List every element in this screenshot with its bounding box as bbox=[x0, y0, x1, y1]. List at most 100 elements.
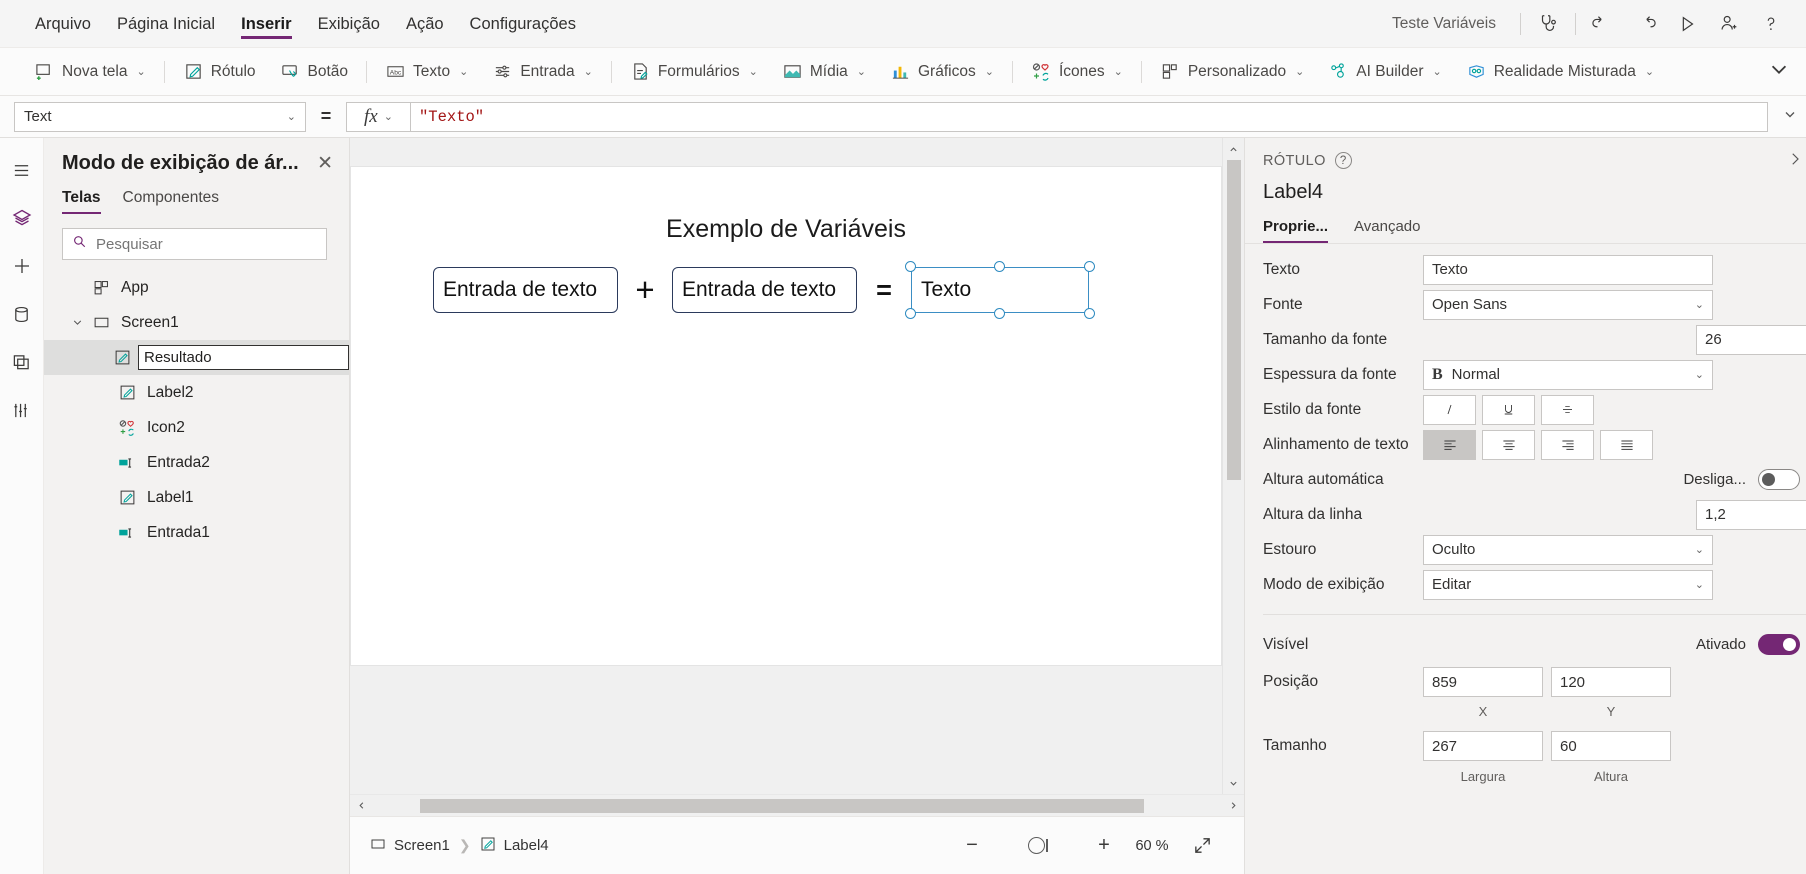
tab-propriedades[interactable]: Proprie... bbox=[1263, 218, 1329, 243]
play-icon[interactable] bbox=[1666, 4, 1708, 44]
toolbar-personalizado[interactable]: Personalizado ⌄ bbox=[1148, 55, 1316, 89]
hamburger-icon[interactable] bbox=[4, 152, 40, 188]
menu-inserir[interactable]: Inserir bbox=[228, 0, 304, 48]
display-mode-property-select[interactable]: Editar ⌄ bbox=[1423, 569, 1713, 600]
zoom-in-button[interactable]: + bbox=[1084, 830, 1124, 862]
tree-rename-input[interactable] bbox=[138, 345, 349, 370]
italic-button[interactable] bbox=[1423, 394, 1476, 425]
overflow-property-select[interactable]: Oculto ⌄ bbox=[1423, 534, 1713, 565]
canvas-vertical-scrollbar[interactable] bbox=[1222, 138, 1244, 794]
chevron-down-icon[interactable] bbox=[66, 317, 88, 328]
vertical-scroll-track[interactable] bbox=[1222, 160, 1244, 772]
help-circle-icon[interactable]: ? bbox=[1334, 152, 1352, 169]
resize-handle-top-right[interactable] bbox=[1084, 261, 1095, 272]
tab-avancado[interactable]: Avançado bbox=[1354, 218, 1420, 243]
toolbar-graficos[interactable]: Gráficos ⌄ bbox=[878, 55, 1006, 89]
property-selector[interactable]: Text ⌄ bbox=[14, 101, 306, 132]
resize-handle-bottom-right[interactable] bbox=[1084, 308, 1095, 319]
align-center-button[interactable] bbox=[1482, 429, 1535, 460]
visible-toggle[interactable] bbox=[1758, 634, 1800, 655]
tree-search-box[interactable] bbox=[62, 228, 327, 260]
scroll-down-arrow-icon[interactable] bbox=[1222, 772, 1244, 794]
tab-telas[interactable]: Telas bbox=[62, 189, 101, 214]
zoom-slider[interactable] bbox=[992, 830, 1084, 862]
scroll-up-arrow-icon[interactable] bbox=[1222, 138, 1244, 160]
breadcrumb-label4[interactable]: Label4 bbox=[480, 836, 549, 856]
redo-icon[interactable] bbox=[1624, 4, 1666, 44]
share-user-icon[interactable] bbox=[1708, 4, 1750, 44]
data-cylinder-icon[interactable] bbox=[4, 296, 40, 332]
tab-componentes[interactable]: Componentes bbox=[123, 189, 220, 214]
resize-handle-bottom-center[interactable] bbox=[994, 308, 1005, 319]
toolbar-icones[interactable]: Ícones ⌄ bbox=[1019, 55, 1135, 89]
resize-handle-bottom-left[interactable] bbox=[905, 308, 916, 319]
media-rail-icon[interactable] bbox=[4, 344, 40, 380]
toolbar-texto[interactable]: Abc Texto ⌄ bbox=[373, 55, 480, 89]
menu-acao[interactable]: Ação bbox=[393, 0, 457, 48]
tree-item-entrada2[interactable]: Entrada2 bbox=[44, 445, 349, 480]
text-property-input[interactable]: Texto bbox=[1423, 254, 1713, 285]
search-input[interactable] bbox=[96, 235, 317, 253]
font-size-property-input[interactable]: 26 bbox=[1696, 324, 1806, 355]
menu-pagina-inicial[interactable]: Página Inicial bbox=[104, 0, 228, 48]
align-justify-button[interactable] bbox=[1600, 429, 1653, 460]
breadcrumb-screen1[interactable]: Screen1 bbox=[370, 836, 450, 856]
size-width-input[interactable]: 267 bbox=[1423, 731, 1543, 761]
toolbar-rotulo[interactable]: Rótulo bbox=[171, 55, 268, 89]
menu-arquivo[interactable]: Arquivo bbox=[22, 0, 104, 48]
stethoscope-icon[interactable] bbox=[1527, 4, 1569, 44]
horizontal-scroll-track[interactable] bbox=[372, 795, 1222, 817]
tree-item-resultado[interactable] bbox=[44, 340, 349, 375]
resize-handle-top-center[interactable] bbox=[994, 261, 1005, 272]
screen-title-label[interactable]: Exemplo de Variáveis bbox=[351, 215, 1221, 244]
toolbar-entrada[interactable]: Entrada ⌄ bbox=[480, 55, 605, 89]
scroll-right-arrow-icon[interactable] bbox=[1222, 795, 1244, 817]
tree-item-icon2[interactable]: Icon2 bbox=[44, 410, 349, 445]
zoom-slider-knob[interactable] bbox=[1028, 837, 1046, 854]
help-icon[interactable] bbox=[1750, 4, 1792, 44]
position-y-input[interactable]: 120 bbox=[1551, 667, 1671, 697]
formula-input[interactable]: "Texto" bbox=[410, 101, 1768, 132]
scroll-left-arrow-icon[interactable] bbox=[350, 795, 372, 817]
auto-height-toggle[interactable] bbox=[1758, 469, 1800, 490]
canvas-horizontal-scrollbar[interactable] bbox=[350, 794, 1244, 816]
tree-item-label2[interactable]: Label2 bbox=[44, 375, 349, 410]
toolbar-midia[interactable]: Mídia ⌄ bbox=[770, 55, 878, 89]
underline-button[interactable] bbox=[1482, 394, 1535, 425]
toolbar-botao[interactable]: Botão bbox=[268, 55, 361, 89]
align-left-button[interactable] bbox=[1423, 429, 1476, 460]
tree-item-entrada1[interactable]: Entrada1 bbox=[44, 515, 349, 550]
toolbar-ai-builder[interactable]: AI Builder ⌄ bbox=[1316, 55, 1453, 89]
tree-item-app[interactable]: App bbox=[44, 270, 349, 305]
formula-bar-expand-icon[interactable] bbox=[1782, 106, 1798, 127]
zoom-out-button[interactable]: − bbox=[952, 830, 992, 862]
layers-icon[interactable] bbox=[4, 200, 40, 236]
line-height-property-input[interactable]: 1,2 bbox=[1696, 499, 1806, 530]
toolbar-formularios[interactable]: Formulários ⌄ bbox=[618, 55, 770, 89]
result-label[interactable]: Texto bbox=[911, 267, 1089, 313]
size-height-input[interactable]: 60 bbox=[1551, 731, 1671, 761]
fx-button[interactable]: fx ⌄ bbox=[346, 101, 410, 132]
menu-configuracoes[interactable]: Configurações bbox=[457, 0, 589, 48]
resize-handle-top-left[interactable] bbox=[905, 261, 916, 272]
text-input-entrada1[interactable]: Entrada de texto bbox=[433, 267, 618, 313]
variables-icon[interactable] bbox=[4, 392, 40, 428]
align-right-button[interactable] bbox=[1541, 429, 1594, 460]
fullscreen-icon[interactable] bbox=[1180, 830, 1224, 862]
undo-icon[interactable] bbox=[1582, 4, 1624, 44]
font-weight-property-select[interactable]: B Normal ⌄ bbox=[1423, 359, 1713, 390]
tree-item-label1[interactable]: Label1 bbox=[44, 480, 349, 515]
panel-collapse-icon[interactable] bbox=[1786, 150, 1804, 174]
text-input-entrada2[interactable]: Entrada de texto bbox=[672, 267, 857, 313]
plus-insert-icon[interactable] bbox=[4, 248, 40, 284]
position-x-input[interactable]: 859 bbox=[1423, 667, 1543, 697]
toolbar-realidade-misturada[interactable]: Realidade Misturada ⌄ bbox=[1454, 55, 1666, 89]
menu-exibicao[interactable]: Exibição bbox=[305, 0, 393, 48]
font-property-select[interactable]: Open Sans ⌄ bbox=[1423, 289, 1713, 320]
strikethrough-button[interactable] bbox=[1541, 394, 1594, 425]
app-screen[interactable]: Exemplo de Variáveis Entrada de texto + … bbox=[350, 166, 1222, 666]
vertical-scroll-thumb[interactable] bbox=[1226, 160, 1241, 480]
close-icon[interactable]: ✕ bbox=[311, 152, 339, 175]
tree-item-screen1[interactable]: Screen1 bbox=[44, 305, 349, 340]
toolbar-overflow-chevron-down-icon[interactable] bbox=[1768, 58, 1806, 85]
